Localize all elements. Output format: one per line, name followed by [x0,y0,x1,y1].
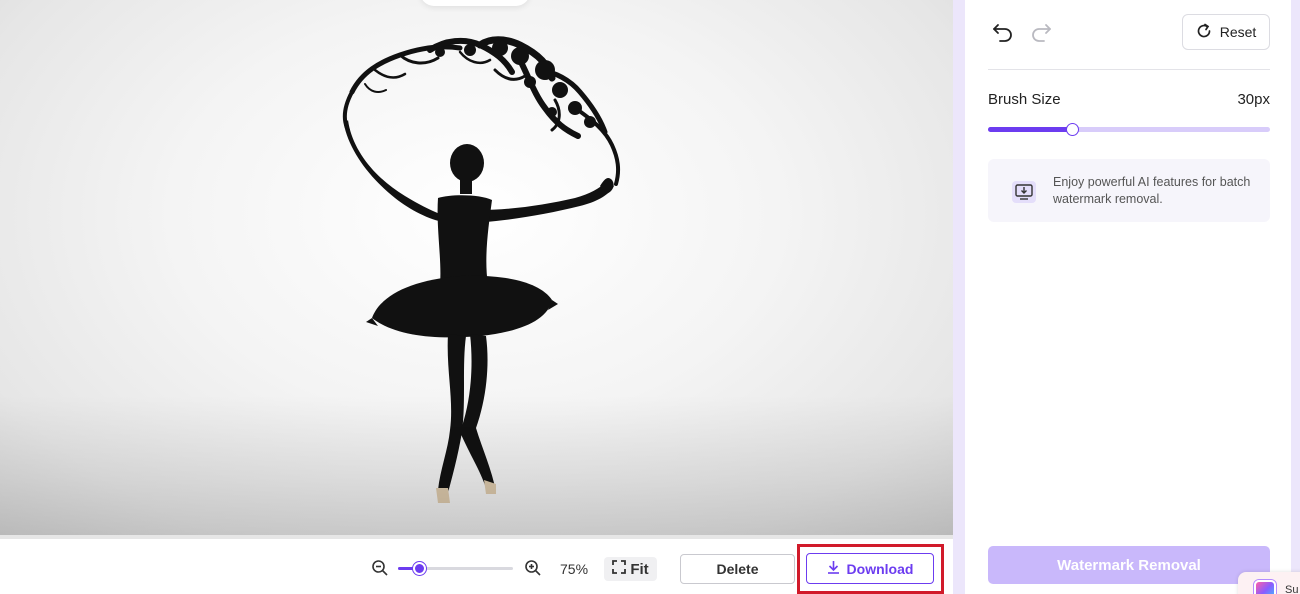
ballerina-silhouette-image [342,36,621,503]
panel-divider [988,69,1270,70]
brush-size-slider-fill [988,127,1072,132]
reset-button[interactable]: Reset [1182,14,1270,50]
brush-size-label: Brush Size [988,91,1061,108]
floating-widget-text: Su [1285,584,1299,594]
settings-panel [965,0,1291,594]
download-label: Download [846,560,914,577]
reset-icon [1196,23,1212,42]
delete-button[interactable]: Delete [680,554,795,584]
fit-button[interactable]: Fit [604,557,657,581]
download-icon [827,560,840,577]
fit-label: Fit [630,560,649,578]
fit-screen-icon [612,559,627,579]
reset-label: Reset [1219,24,1257,40]
zoom-in-icon[interactable] [524,559,542,577]
zoom-slider-thumb[interactable] [413,562,426,575]
canvas-top-tab [420,0,530,6]
app-logo-icon [1254,580,1276,594]
brush-size-slider-thumb[interactable] [1066,123,1079,136]
floating-support-widget[interactable]: Su [1238,572,1300,594]
redo-icon[interactable] [1030,22,1052,42]
image-canvas[interactable] [0,0,953,535]
toolbar-divider [0,535,953,539]
zoom-percent-label: 75% [560,561,589,577]
brush-size-slider-track[interactable] [988,127,1270,132]
brush-size-value: 30px [1237,91,1270,108]
download-button[interactable]: Download [806,553,934,584]
promo-text: Enjoy powerful AI features for batch wat… [1053,175,1251,206]
undo-icon[interactable] [992,22,1014,42]
watermark-removal-button[interactable]: Watermark Removal [988,546,1270,584]
zoom-out-icon[interactable] [371,559,389,577]
desktop-download-icon [1011,180,1037,204]
